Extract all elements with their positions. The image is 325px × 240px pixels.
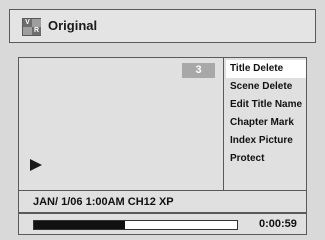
menu-item-edit-title-name[interactable]: Edit Title Name [226,96,306,114]
vr-mode-icon-letter-r: R [32,27,41,35]
page-title: Original [48,18,98,33]
vr-mode-icon-letter-v: V [23,19,32,27]
menu-item-protect[interactable]: Protect [226,150,306,168]
recording-info: JAN/ 1/06 1:00AM CH12 XP [33,196,174,208]
menu-item-title-delete[interactable]: Title Delete [226,60,306,78]
title-number-badge: 3 [182,63,215,78]
menu-item-chapter-mark[interactable]: Chapter Mark [226,114,306,132]
recording-info-bar: JAN/ 1/06 1:00AM CH12 XP [18,191,307,213]
menu-item-scene-delete[interactable]: Scene Delete [226,78,306,96]
menu-item-index-picture[interactable]: Index Picture [226,132,306,150]
progress-fill [34,221,125,229]
play-icon [30,159,42,171]
header-bar: V R Original [9,9,316,43]
elapsed-time: 0:00:59 [259,218,297,230]
progress-track [33,220,238,230]
video-preview: 3 [19,58,224,190]
edit-menu: Title Delete Scene Delete Edit Title Nam… [225,58,307,190]
playback-bar: 0:00:59 [18,213,307,235]
vr-mode-icon: V R [22,18,41,36]
main-panel: 3 Title Delete Scene Delete Edit Title N… [18,57,307,191]
